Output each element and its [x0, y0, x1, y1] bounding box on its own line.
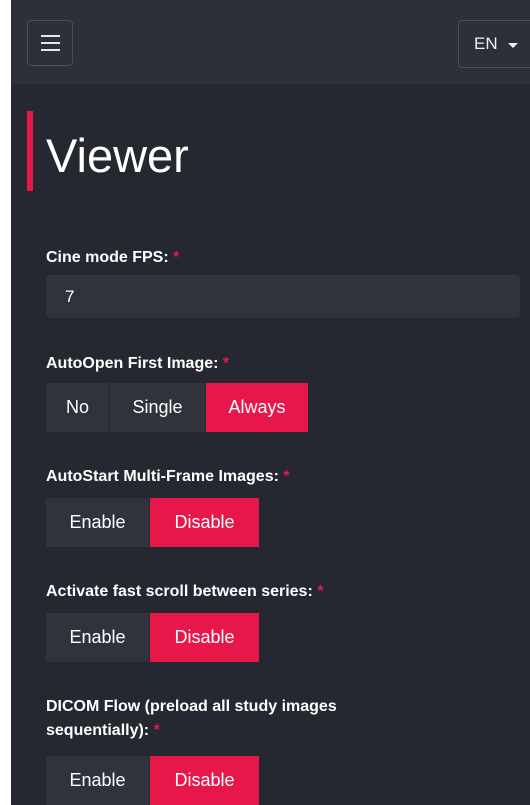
autostart-enable-button[interactable]: Enable [46, 498, 150, 547]
required-marker: * [153, 722, 160, 739]
title-accent-bar [27, 111, 33, 191]
auto-open-always-button[interactable]: Always [206, 383, 308, 432]
dicom-flow-label-line2-wrap: sequentially): * [46, 719, 337, 743]
auto-open-no-button[interactable]: No [46, 383, 110, 432]
auto-open-label: AutoOpen First Image: * [46, 352, 229, 376]
hamburger-menu-icon [41, 35, 60, 37]
dicom-flow-toggle-group: Enable Disable [46, 756, 259, 805]
fast-scroll-label: Activate fast scroll between series: * [46, 580, 323, 604]
required-marker: * [222, 355, 230, 372]
auto-open-toggle-group: No Single Always [46, 383, 308, 432]
cine-fps-label: Cine mode FPS: * [46, 246, 179, 270]
caret-down-icon [508, 43, 518, 48]
fast-scroll-enable-button[interactable]: Enable [46, 613, 150, 662]
dicom-flow-label-line2: sequentially): [46, 722, 150, 739]
autostart-multiframe-toggle-group: Enable Disable [46, 498, 259, 547]
menu-toggle-button[interactable] [27, 20, 73, 66]
autostart-multiframe-label-text: AutoStart Multi-Frame Images: [46, 468, 279, 485]
required-marker: * [317, 583, 324, 600]
hamburger-menu-icon-bar [41, 49, 60, 51]
required-marker: * [283, 468, 290, 485]
auto-open-single-button[interactable]: Single [110, 383, 206, 432]
page-title: Viewer [46, 129, 189, 182]
hamburger-menu-icon-bar [41, 42, 60, 44]
dicom-flow-label-line1: DICOM Flow (preload all study images [46, 698, 337, 715]
viewer-settings-panel: EN Viewer Cine mode FPS: * 7 AutoOpen Fi… [11, 0, 530, 805]
language-label: EN [474, 34, 498, 53]
cine-fps-input[interactable]: 7 [46, 275, 520, 318]
autostart-disable-button[interactable]: Disable [150, 498, 259, 547]
auto-open-label-text: AutoOpen First Image: [46, 355, 219, 372]
fast-scroll-disable-button[interactable]: Disable [150, 613, 259, 662]
cine-fps-label-text: Cine mode FPS: [46, 249, 169, 266]
top-navbar: EN [11, 0, 530, 84]
language-dropdown[interactable]: EN [458, 20, 530, 68]
fast-scroll-label-text: Activate fast scroll between series: [46, 583, 313, 600]
dicom-flow-label: DICOM Flow (preload all study images seq… [46, 695, 337, 743]
fast-scroll-toggle-group: Enable Disable [46, 613, 259, 662]
required-marker: * [173, 249, 180, 266]
autostart-multiframe-label: AutoStart Multi-Frame Images: * [46, 465, 290, 489]
dicom-flow-enable-button[interactable]: Enable [46, 756, 150, 805]
dicom-flow-disable-button[interactable]: Disable [150, 756, 259, 805]
